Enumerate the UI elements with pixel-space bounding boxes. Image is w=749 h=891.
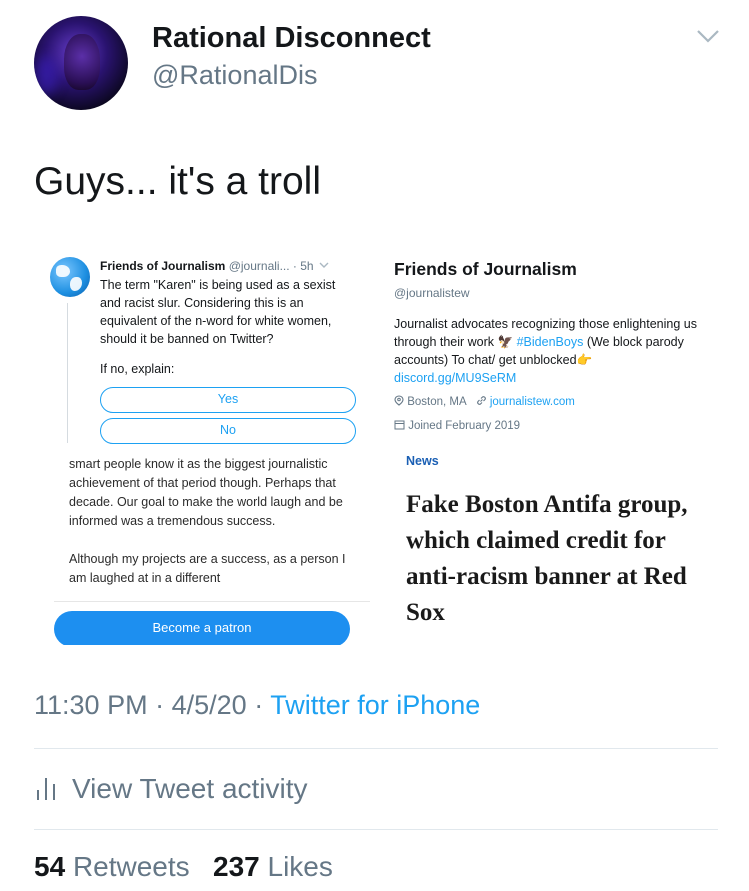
avatar[interactable] (34, 16, 128, 110)
profile-location: Boston, MA (407, 396, 467, 408)
likes-count: 237 (213, 851, 260, 882)
profile-joined-row: Joined February 2019 (394, 419, 520, 432)
poll-question: The term "Karen" is being used as a sexi… (100, 278, 336, 346)
separator-dot: · (155, 690, 165, 720)
retweets-count: 54 (34, 851, 66, 882)
article-screenshot: News Fake Boston Antifa group, which cla… (384, 451, 712, 645)
tweet-timestamp-row: 11:30 PM · 4/5/20 · Twitter for iPhone (34, 690, 480, 721)
profile-handle: @journalistew (394, 286, 470, 300)
poll-option-no: No (100, 418, 356, 444)
poll-account-name: Friends of Journalism (100, 259, 226, 273)
user-handle[interactable]: @RationalDis (152, 60, 317, 91)
retweets-label: Retweets (72, 851, 190, 882)
tweet-header: Rational Disconnect @RationalDis (0, 0, 749, 130)
news-section-label: News (406, 454, 439, 468)
profile-hashtag: #BidenBoys (516, 335, 584, 349)
chevron-down-icon (319, 262, 329, 268)
analytics-icon (37, 778, 55, 800)
view-tweet-activity-label: View Tweet activity (72, 773, 308, 804)
separator-dot: · (254, 690, 264, 720)
profile-link: discord.gg/MU9SeRM (394, 371, 517, 385)
pointing-hand-icon: 👉 (576, 353, 593, 367)
display-name[interactable]: Rational Disconnect (152, 22, 431, 55)
tweet-time[interactable]: 11:30 PM (34, 690, 148, 720)
poll-author: Friends of Journalism @journali... · 5h (100, 259, 329, 273)
view-tweet-activity-button[interactable]: View Tweet activity (34, 772, 308, 805)
divider (34, 829, 718, 830)
poll-explain: If no, explain: (100, 362, 175, 376)
calendar-icon (394, 420, 405, 430)
likes-stat[interactable]: 237 Likes (213, 851, 333, 882)
poll-screenshot: Friends of Journalism @journali... · 5h … (34, 245, 370, 445)
chevron-down-icon[interactable] (694, 26, 722, 46)
poll-age: · 5h (292, 259, 314, 273)
patreon-paragraph: smart people know it as the biggest jour… (69, 457, 343, 528)
profile-name: Friends of Journalism (394, 259, 577, 279)
likes-label: Likes (267, 851, 333, 882)
tweet-source-link[interactable]: Twitter for iPhone (270, 690, 480, 720)
article-headline: Fake Boston Antifa group, which claimed … (406, 491, 688, 626)
eagle-emoji-icon: 🦅 (497, 335, 514, 349)
profile-website: journalistew.com (489, 396, 575, 408)
tweet-date[interactable]: 4/5/20 (172, 690, 247, 720)
retweets-stat[interactable]: 54 Retweets (34, 851, 190, 882)
poll-account-handle: @journali... (228, 259, 290, 273)
tweet-media-image[interactable]: Friends of Journalism @journali... · 5h … (34, 245, 712, 645)
patreon-text: smart people know it as the biggest jour… (69, 455, 359, 607)
patreon-paragraph: Although my projects are a success, as a… (69, 552, 346, 585)
profile-screenshot: Friends of Journalism @journalistew Jour… (384, 245, 712, 445)
divider (34, 748, 718, 749)
patreon-screenshot: smart people know it as the biggest jour… (34, 451, 370, 645)
poll-option-yes: Yes (100, 387, 356, 413)
globe-avatar-icon (50, 257, 90, 297)
become-patron-button: Become a patron (54, 611, 350, 645)
tweet-stats: 54 Retweets 237 Likes (34, 851, 333, 883)
tweet-text: Guys... it's a troll (34, 160, 322, 203)
location-pin-icon (394, 395, 404, 406)
link-icon (476, 396, 486, 405)
profile-joined: Joined February 2019 (408, 420, 521, 432)
profile-location-row: Boston, MA journalistew.com (394, 395, 575, 408)
profile-bio: Journalist advocates recognizing those e… (394, 315, 710, 387)
